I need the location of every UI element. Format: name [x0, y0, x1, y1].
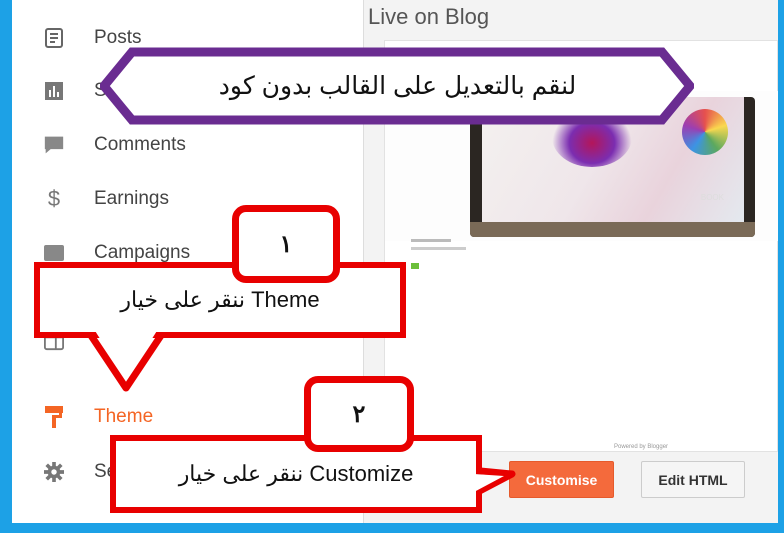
- theme-roller-icon: [44, 406, 64, 428]
- campaigns-icon: [44, 243, 64, 263]
- sidebar-item-label: Comments: [94, 134, 186, 155]
- sidebar-item-label: Campaigns: [94, 242, 191, 263]
- post-meta-line: [411, 247, 466, 250]
- step2-number: ٢: [304, 376, 414, 452]
- step2-text: ننقر على خيار Customize: [178, 461, 414, 486]
- step1-text: ننقر على خيار Theme: [120, 287, 320, 312]
- stats-icon: [44, 81, 64, 101]
- gear-icon: [44, 462, 64, 482]
- customise-button[interactable]: Customise: [509, 461, 614, 498]
- preview-title: Live on Blog: [368, 4, 490, 29]
- sidebar-item-label: Theme: [94, 406, 154, 427]
- sidebar-item-label: Earnings: [94, 188, 169, 209]
- device-label: BOOK: [700, 193, 724, 202]
- dollar-icon: $: [47, 186, 61, 211]
- powered-by-label: Powered by Blogger: [614, 444, 669, 450]
- step1-number: ١: [232, 205, 340, 283]
- post-tag-badge: [411, 263, 419, 269]
- posts-icon: [44, 28, 64, 48]
- comments-icon: [44, 135, 64, 155]
- sidebar-item-comments[interactable]: Comments: [8, 118, 348, 172]
- edit-html-button[interactable]: Edit HTML: [641, 461, 745, 498]
- banner-text: لنقم بالتعديل على القالب بدون كود: [218, 72, 577, 100]
- post-meta-line: [411, 239, 451, 242]
